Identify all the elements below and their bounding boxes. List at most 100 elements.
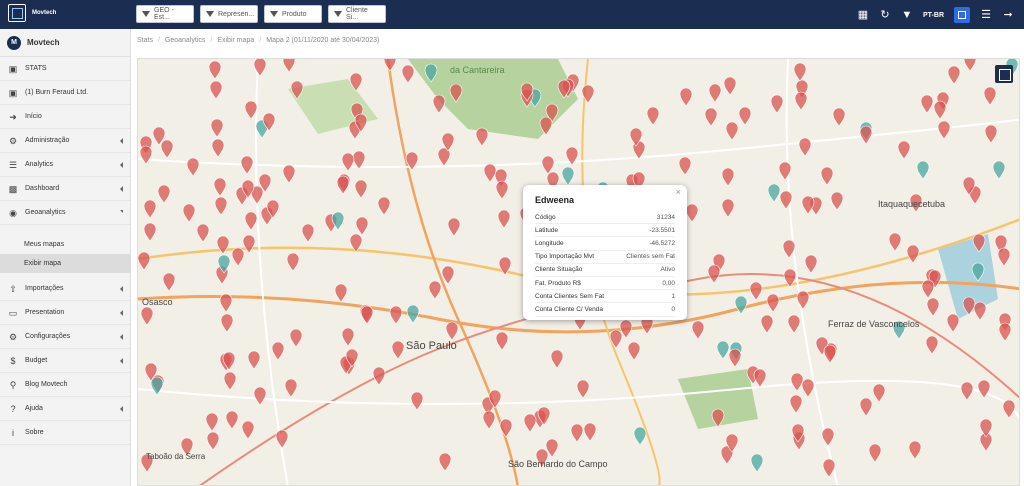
caret-left-icon	[120, 334, 123, 340]
filter-icon	[142, 11, 150, 17]
popup-key: Latitude	[535, 226, 559, 234]
top-navbar: Movtech GEO - Est... Represen... Produto…	[0, 0, 1024, 29]
sidebar: M Movtech ▣ STATS ▣ (1) Burn Feraud Ltd. ➜…	[0, 29, 131, 486]
breadcrumb-separator: /	[259, 37, 262, 44]
popup-value: 31234	[656, 213, 675, 221]
monitor-icon: ▭	[8, 307, 18, 318]
sidebar-item-configuracoes[interactable]: ⚙ Configurações	[0, 325, 130, 349]
map-label-ferraz: Ferraz de Vasconcelos	[828, 319, 920, 329]
map-fullscreen-button[interactable]	[995, 65, 1013, 83]
sidebar-item-label: Sobre	[25, 429, 44, 436]
movtech-logo-icon	[8, 4, 26, 22]
filter-label: GEO - Est...	[154, 7, 174, 21]
sidebar-item-label: (1) Burn Feraud Ltd.	[25, 89, 89, 96]
close-icon[interactable]: ×	[676, 187, 681, 197]
sidebar-subitem-meus-mapas[interactable]: Meus mapas	[0, 235, 130, 254]
breadcrumb-geoanalytics[interactable]: Geoanalytics	[165, 37, 205, 44]
tasks-icon: ☰	[8, 159, 18, 170]
sidebar-item-sobre[interactable]: i Sobre	[0, 421, 130, 445]
table-icon[interactable]: ▦	[857, 9, 869, 21]
filter-representante-button[interactable]: Represen...	[200, 5, 258, 23]
fullscreen-icon[interactable]	[954, 7, 970, 23]
caret-down-icon	[120, 210, 123, 213]
menu-icon[interactable]: ☰	[980, 9, 992, 21]
user-profile[interactable]: M Movtech	[0, 29, 130, 57]
refresh-icon[interactable]: ↻	[879, 9, 891, 21]
breadcrumb-stats[interactable]: Stats	[137, 37, 153, 44]
popup-key: Conta Clientes Sem Fat	[535, 292, 605, 300]
map-label-osasco: Osasco	[142, 297, 173, 307]
bar-chart-icon: ▩	[8, 183, 18, 194]
filter-icon[interactable]: ▼	[901, 9, 913, 21]
gear-icon: ⚙	[8, 135, 18, 146]
sidebar-item-label: STATS	[25, 65, 47, 72]
map-label-sao-bernardo: São Bernardo do Campo	[508, 459, 608, 469]
popup-value: -23.5501	[649, 226, 675, 234]
breadcrumb-exibir-mapa[interactable]: Exibir mapa	[217, 37, 254, 44]
sidebar-item-budget[interactable]: $ Budget	[0, 349, 130, 373]
filter-icon	[270, 11, 278, 17]
user-name: Movtech	[27, 38, 60, 47]
popup-row: Tipo Importação Mvt Clientes sem Fat	[535, 251, 675, 264]
sidebar-item-label: Geoanalytics	[25, 209, 66, 216]
gears-icon: ⚙	[8, 331, 18, 342]
sidebar-item-analytics[interactable]: ☰ Analytics	[0, 153, 130, 177]
sidebar-item-stats[interactable]: ▣ STATS	[0, 57, 130, 81]
logout-icon[interactable]: ➞	[1002, 9, 1014, 21]
popup-value: 1	[671, 292, 675, 300]
sidebar-item-label: Importações	[25, 285, 64, 292]
sidebar-item-administracao[interactable]: ⚙ Administração	[0, 129, 130, 153]
sidebar-item-ajuda[interactable]: ? Ajuda	[0, 397, 130, 421]
filter-bar: GEO - Est... Represen... Produto Cliente…	[136, 5, 386, 23]
filter-icon	[334, 11, 342, 17]
breadcrumb: Stats / Geoanalytics / Exibir mapa / Mapa 2…	[137, 37, 379, 44]
sidebar-item-label: Início	[25, 113, 42, 120]
popup-value: Clientes sem Fat	[626, 253, 675, 261]
map-label-cantareira: da Cantareira	[450, 65, 505, 75]
filter-label: Represen...	[218, 10, 255, 18]
sidebar-item-label: Analytics	[25, 161, 54, 168]
sidebar-item-label: Presentation	[25, 309, 65, 316]
sidebar-item-label: Ajuda	[25, 405, 43, 412]
brand[interactable]: Movtech	[8, 4, 56, 22]
language-selector[interactable]: PT-BR	[923, 12, 944, 19]
filter-icon	[206, 11, 214, 17]
popup-key: Longitude	[535, 239, 564, 247]
cube-icon: ▣	[8, 87, 18, 98]
sidebar-item-label: Administração	[25, 137, 70, 144]
sidebar-item-geoanalytics[interactable]: ◉ Geoanalytics	[0, 201, 130, 225]
sidebar-item-importacoes[interactable]: ⇧ Importações	[0, 277, 130, 301]
popup-value: -46.5272	[649, 239, 675, 247]
caret-left-icon	[120, 286, 123, 292]
popup-row: Fat. Produto R$ 0,00	[535, 277, 675, 291]
sidebar-item-inicio[interactable]: ➜ Início	[0, 105, 130, 129]
breadcrumb-separator: /	[210, 37, 213, 44]
filter-label: Produto	[282, 10, 307, 18]
popup-key: Fat. Produto R$	[535, 279, 581, 287]
filter-produto-button[interactable]: Produto	[264, 5, 322, 23]
popup-row: Longitude -46.5272	[535, 237, 675, 251]
cube-icon: ▣	[8, 63, 18, 74]
filter-cliente-button[interactable]: Cliente Si...	[328, 5, 386, 23]
top-right-tools: ▦ ↻ ▼ PT-BR ☰ ➞	[857, 7, 1014, 23]
map-label-sao-paulo: São Paulo	[406, 340, 457, 352]
sidebar-item-blog[interactable]: ⚲ Blog Movtech	[0, 373, 130, 397]
brand-name: Movtech	[32, 10, 57, 16]
caret-left-icon	[120, 138, 123, 144]
breadcrumb-separator: /	[157, 37, 160, 44]
caret-left-icon	[120, 358, 123, 364]
sidebar-item-presentation[interactable]: ▭ Presentation	[0, 301, 130, 325]
caret-left-icon	[120, 406, 123, 412]
popup-key: Tipo Importação Mvt	[535, 253, 595, 261]
sidebar-item-dashboard[interactable]: ▩ Dashboard	[0, 177, 130, 201]
popup-value: 0	[671, 305, 675, 313]
question-icon: ?	[10, 403, 16, 414]
popup-key: Cliente Situação	[535, 266, 583, 274]
sidebar-subitem-exibir-mapa[interactable]: Exibir mapa	[0, 254, 130, 273]
popup-row: Código 31234	[535, 211, 675, 225]
filter-geo-button[interactable]: GEO - Est...	[136, 5, 194, 23]
globe-icon: ◉	[9, 207, 17, 218]
sidebar-item-company[interactable]: ▣ (1) Burn Feraud Ltd.	[0, 81, 130, 105]
caret-left-icon	[120, 162, 123, 168]
